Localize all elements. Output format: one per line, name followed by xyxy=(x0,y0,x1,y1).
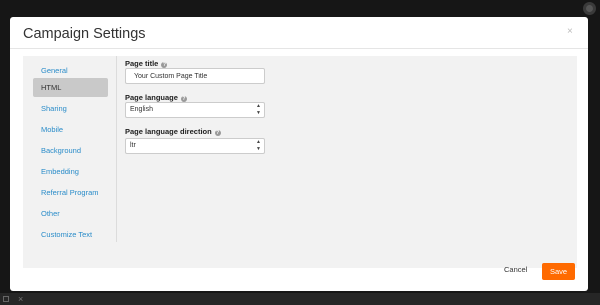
help-icon[interactable]: ? xyxy=(161,61,168,68)
sidebar-item-mobile[interactable]: Mobile xyxy=(33,120,108,139)
save-button[interactable]: Save xyxy=(542,263,575,280)
settings-panel: General HTML Sharing Mobile Background E… xyxy=(23,56,577,268)
page-language-label-text: Page language xyxy=(125,93,178,102)
sidebar-item-sharing[interactable]: Sharing xyxy=(33,99,108,118)
help-icon[interactable]: ? xyxy=(214,129,221,136)
divider xyxy=(10,48,588,49)
close-icon[interactable]: × xyxy=(567,26,573,37)
checkbox-icon xyxy=(3,296,9,302)
bottom-strip xyxy=(0,293,600,305)
globe-icon[interactable] xyxy=(583,2,596,15)
dialog-title: Campaign Settings xyxy=(23,26,146,42)
sidebar-item-embedding[interactable]: Embedding xyxy=(33,162,108,181)
sidebar-item-referral-program[interactable]: Referral Program xyxy=(33,183,108,202)
sidebar-item-background[interactable]: Background xyxy=(33,141,108,160)
close-icon[interactable]: × xyxy=(18,293,23,305)
help-icon[interactable]: ? xyxy=(180,95,187,102)
page-title-label-text: Page title xyxy=(125,59,159,68)
page-title-label: Page title? xyxy=(125,59,168,68)
page-language-select[interactable]: English ▲ ▼ xyxy=(125,102,265,118)
page-language-direction-select[interactable]: ltr ▲ ▼ xyxy=(125,138,265,154)
select-arrows-icon: ▲ ▼ xyxy=(256,103,261,116)
sidebar-item-html[interactable]: HTML xyxy=(33,78,108,97)
page-title-input[interactable] xyxy=(125,68,265,84)
page-language-label: Page language? xyxy=(125,93,187,102)
page-language-direction-label: Page language direction? xyxy=(125,127,221,136)
sidebar-item-customize-text[interactable]: Customize Text xyxy=(33,225,108,244)
page-language-value: English xyxy=(130,106,153,113)
page-language-direction-value: ltr xyxy=(130,142,136,149)
page-language-direction-label-text: Page language direction xyxy=(125,127,212,136)
cancel-button[interactable]: Cancel xyxy=(504,265,527,274)
sidebar-item-other[interactable]: Other xyxy=(33,204,108,223)
sidebar-divider xyxy=(116,56,117,242)
select-arrows-icon: ▲ ▼ xyxy=(256,139,261,152)
campaign-settings-dialog: Campaign Settings × General HTML Sharing… xyxy=(10,17,588,291)
